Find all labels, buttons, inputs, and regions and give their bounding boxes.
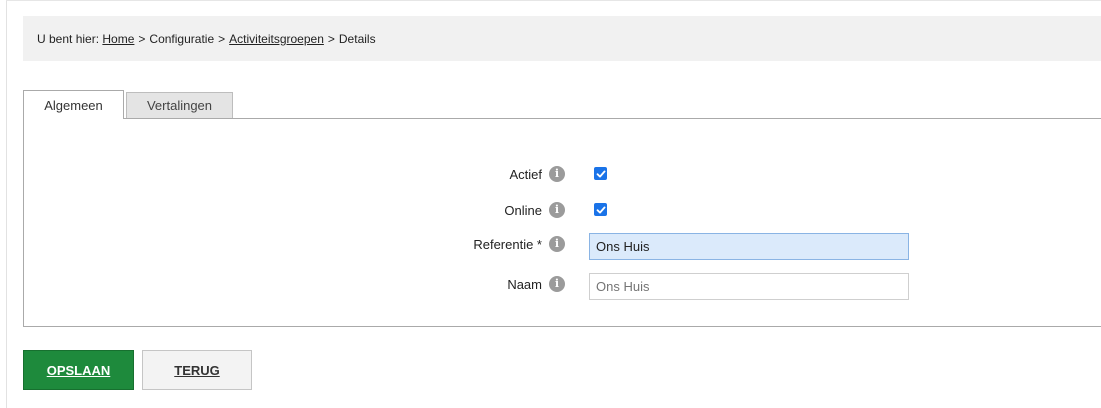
info-icon[interactable]: i (549, 202, 565, 218)
breadcrumb-configuratie: Configuratie (149, 31, 215, 46)
referentie-input[interactable] (589, 233, 909, 260)
form-row-online: Online i (24, 199, 1101, 225)
actief-label: Actief (509, 167, 542, 182)
info-icon[interactable]: i (549, 236, 565, 252)
back-button[interactable]: TERUG (142, 350, 252, 390)
tab-algemeen-label: Algemeen (44, 97, 103, 113)
page: U bent hier: Home > Configuratie > Activitei… (0, 0, 1101, 408)
tab-vertalingen-label: Vertalingen (146, 98, 213, 113)
breadcrumb-activiteitsgroepen-link[interactable]: Activiteitsgroepen (229, 32, 324, 46)
breadcrumb-prefix: U bent hier: (37, 31, 100, 46)
naam-label: Naam (507, 277, 542, 292)
checkmark-icon (596, 170, 606, 177)
checkmark-icon (596, 206, 606, 213)
breadcrumb-current: Details (338, 31, 376, 46)
breadcrumb-home-link[interactable]: Home (102, 32, 134, 46)
breadcrumb-separator: > (138, 31, 146, 46)
form-panel: Actief i Online i Referentie * i Naam (23, 118, 1101, 327)
naam-input[interactable] (589, 273, 909, 300)
info-icon[interactable]: i (549, 166, 565, 182)
form-row-actief: Actief i (24, 163, 1101, 189)
breadcrumb-separator: > (218, 31, 226, 46)
info-icon[interactable]: i (549, 276, 565, 292)
left-divider (6, 0, 7, 408)
save-button[interactable]: OPSLAAN (23, 350, 134, 390)
tab-vertalingen[interactable]: Vertalingen (126, 92, 233, 118)
form-row-naam: Naam i (24, 273, 1101, 300)
online-checkbox[interactable] (594, 203, 607, 216)
breadcrumb-separator: > (327, 31, 335, 46)
tab-algemeen[interactable]: Algemeen (23, 90, 124, 119)
actief-checkbox[interactable] (594, 167, 607, 180)
online-label: Online (504, 203, 542, 218)
form-row-referentie: Referentie * i (24, 233, 1101, 260)
breadcrumb: U bent hier: Home > Configuratie > Activitei… (23, 16, 1101, 61)
referentie-label: Referentie * (473, 237, 542, 252)
top-divider (6, 0, 1101, 1)
